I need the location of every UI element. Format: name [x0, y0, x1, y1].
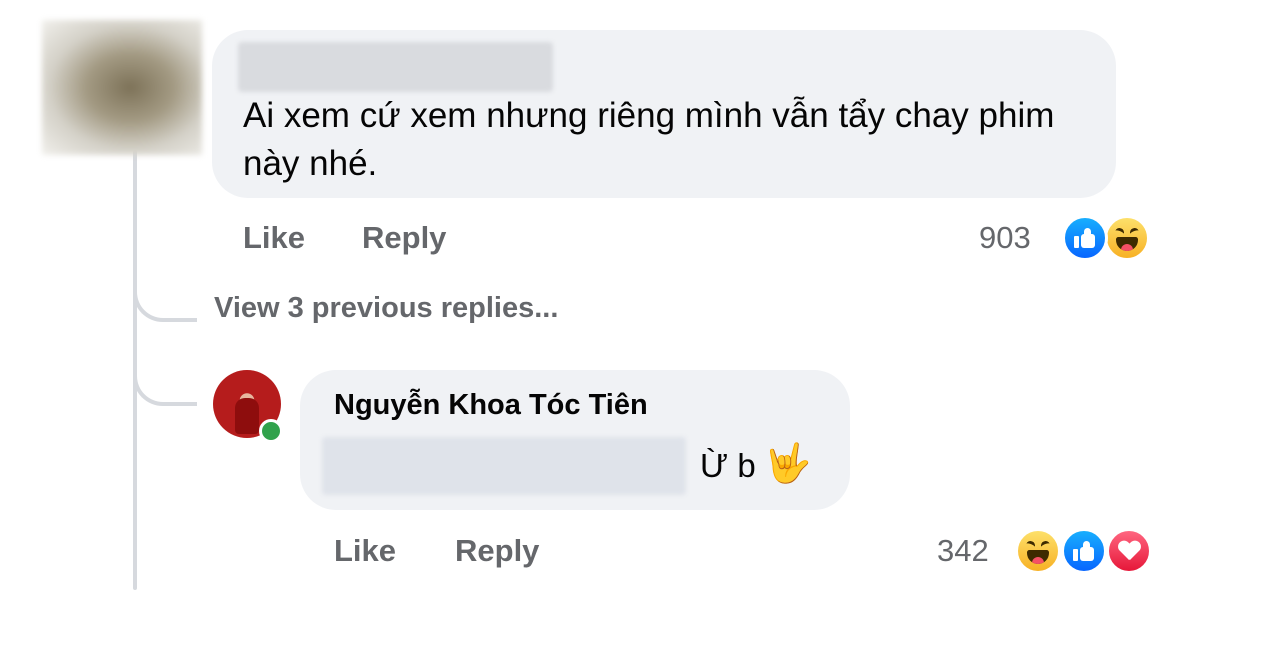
- reply-author-name[interactable]: Nguyễn Khoa Tóc Tiên: [334, 389, 648, 422]
- top-comment-reaction-count[interactable]: 903: [979, 220, 1031, 256]
- view-previous-replies-link[interactable]: View 3 previous replies...: [214, 292, 558, 325]
- top-comment-like-link[interactable]: Like: [243, 220, 305, 256]
- haha-reaction-icon: [1104, 215, 1150, 261]
- top-comment-reply-link[interactable]: Reply: [362, 220, 446, 256]
- reply-text: Ừ b: [700, 447, 756, 484]
- haha-reaction-icon: [1015, 528, 1061, 574]
- reply-like-link[interactable]: Like: [334, 533, 396, 569]
- mention-redacted: [322, 437, 686, 495]
- top-comment-text: Ai xem cứ xem nhưng riêng mình vẫn tẩy c…: [243, 96, 1055, 183]
- like-reaction-icon: [1062, 215, 1108, 261]
- thread-branch-line: [133, 278, 197, 322]
- commenter-avatar-blurred[interactable]: [42, 20, 202, 155]
- reply-reaction-count[interactable]: 342: [937, 533, 989, 569]
- thread-branch-line: [133, 362, 197, 406]
- like-reaction-icon: [1061, 528, 1107, 574]
- rock-on-hand-icon: 🤟: [764, 443, 812, 485]
- commenter-name-redacted: [238, 42, 553, 92]
- love-reaction-icon: [1106, 528, 1152, 574]
- online-status-icon: [259, 419, 283, 443]
- reply-reply-link[interactable]: Reply: [455, 533, 539, 569]
- comment-thread: Ai xem cứ xem nhưng riêng mình vẫn tẩy c…: [0, 0, 1270, 648]
